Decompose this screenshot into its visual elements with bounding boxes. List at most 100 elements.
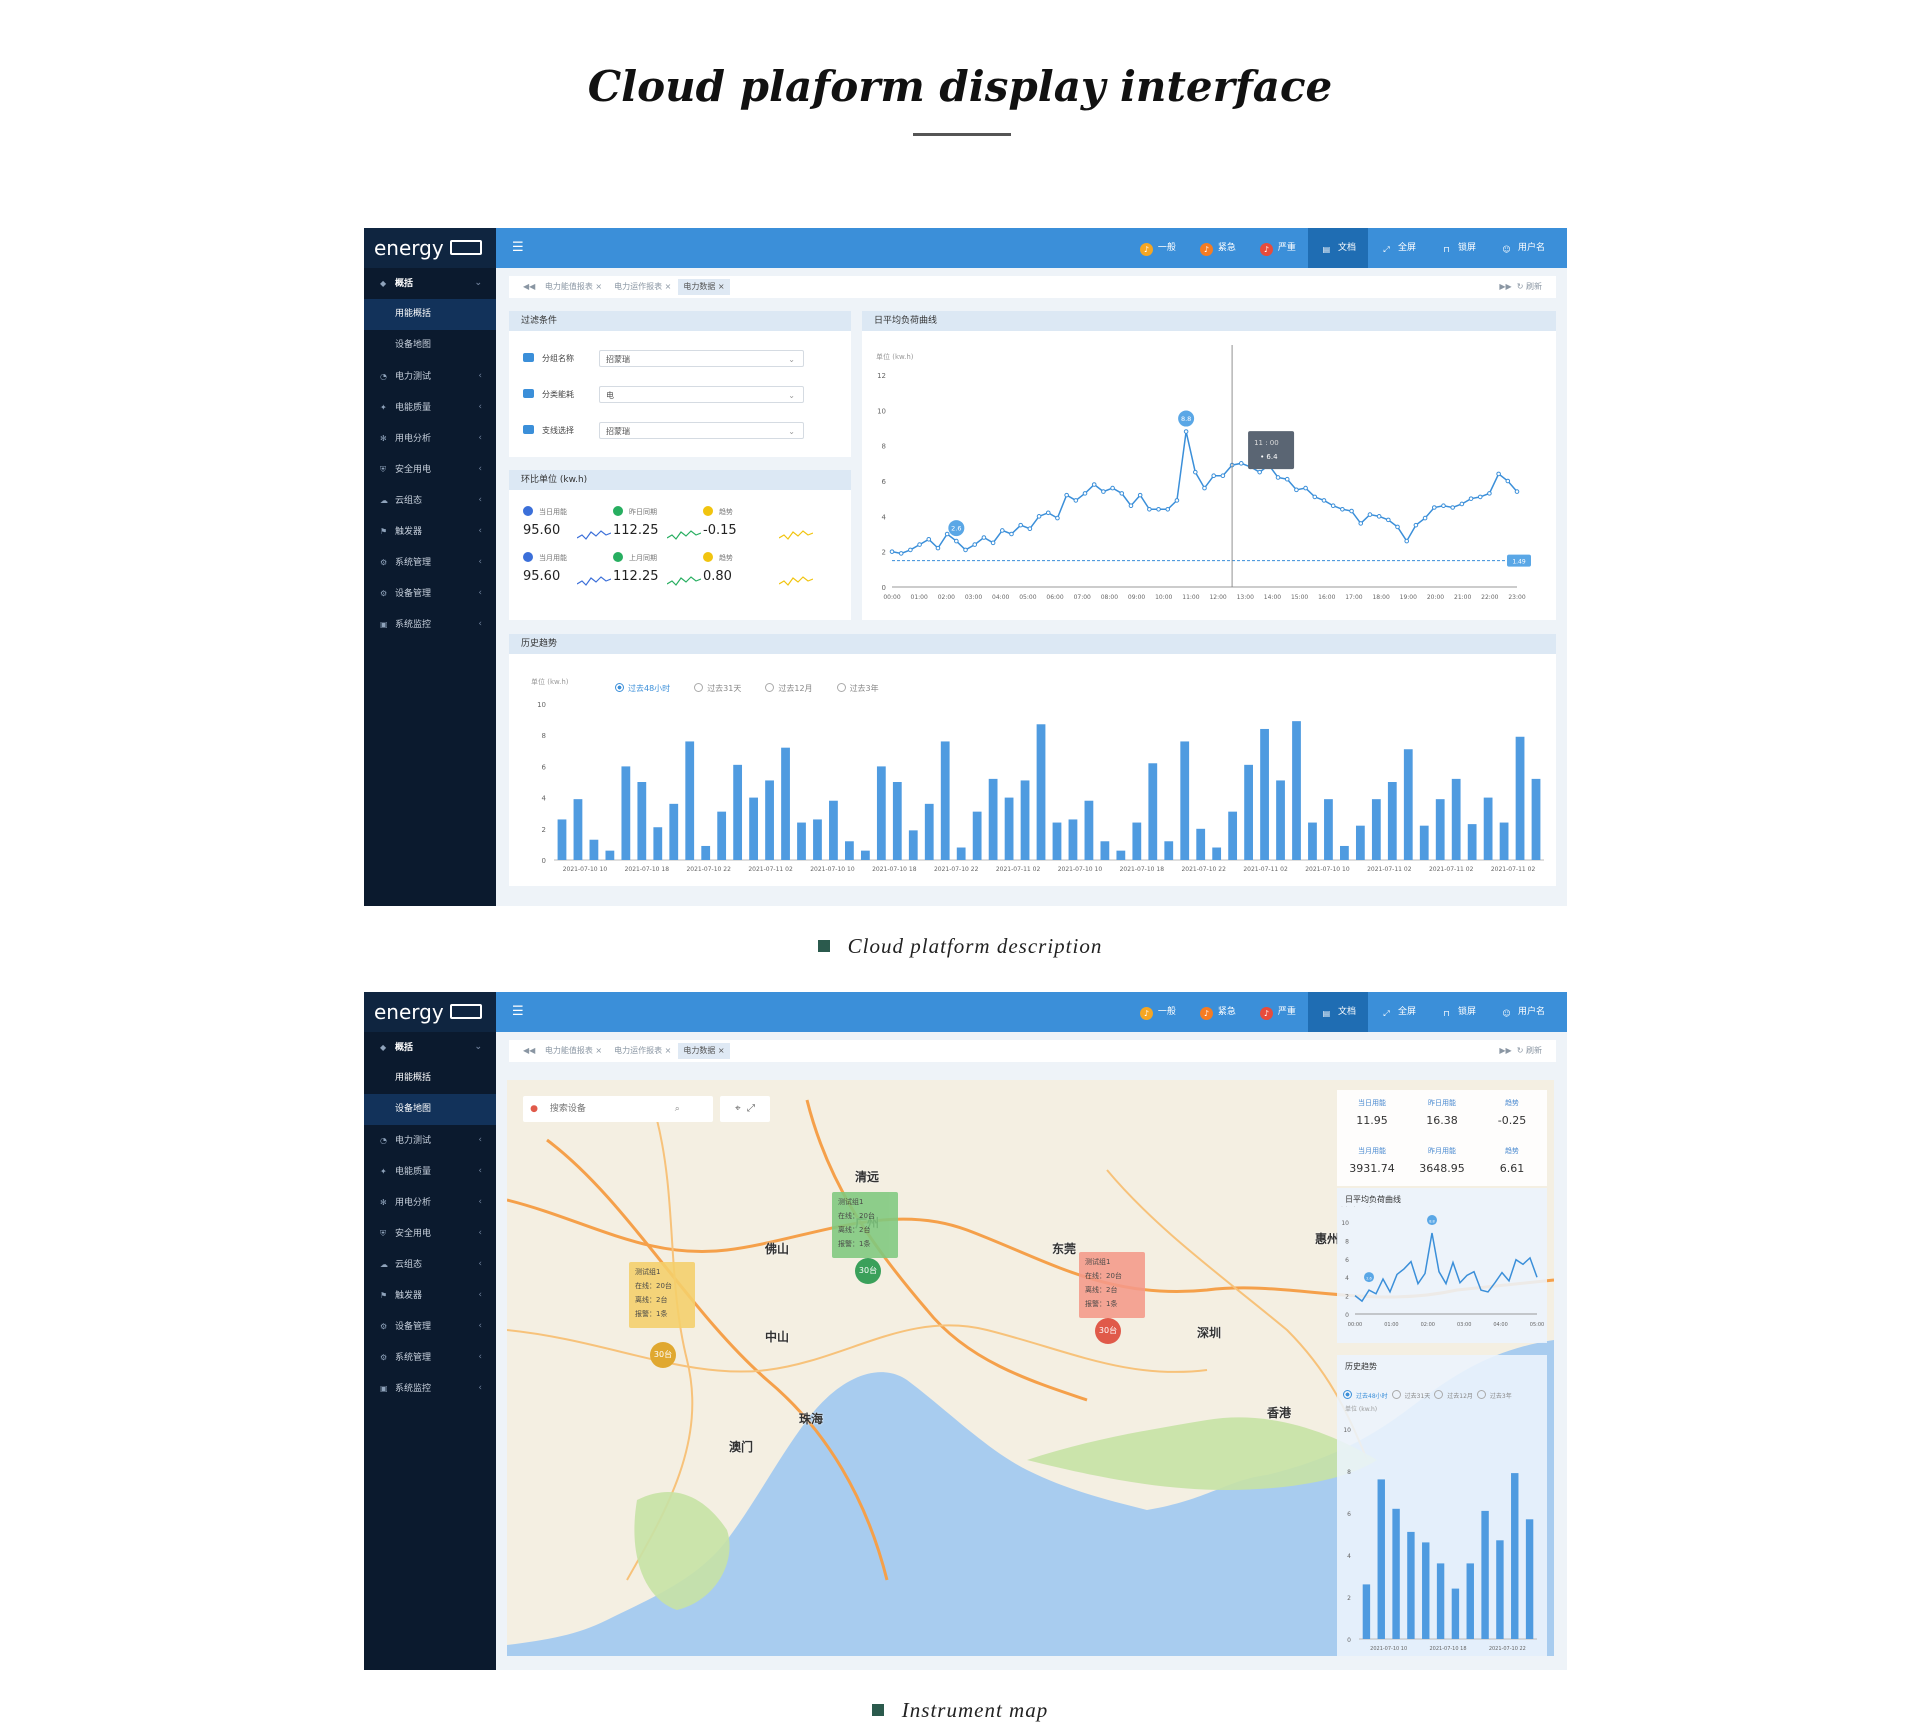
tabs-back-icon[interactable]: ◀◀: [523, 282, 535, 291]
sidebar-item[interactable]: ✦ 电能质量 ‹: [364, 392, 496, 423]
refresh-button[interactable]: 刷新: [1526, 282, 1542, 291]
device-map[interactable]: 广州佛山东莞中山深圳珠海澳门香港清远惠州 测试组1在线：20台离线：2台报警：1…: [507, 1080, 1554, 1656]
history-range-radio[interactable]: 过去12月: [765, 683, 813, 694]
bar: [1036, 724, 1046, 860]
topbar-bell-button[interactable]: ♪ 严重: [1248, 228, 1308, 268]
sidebar-item-label: 安全用电: [395, 465, 432, 475]
tab[interactable]: 电力能值报表 ×: [540, 279, 607, 295]
close-icon[interactable]: ×: [662, 282, 672, 291]
bar: [1180, 741, 1190, 860]
sidebar-item-device-map[interactable]: 设备地图: [364, 330, 496, 361]
topbar-bell-button[interactable]: ♪ 一般: [1128, 228, 1188, 268]
sidebar-item[interactable]: ◔ 电力测试 ‹: [364, 1125, 496, 1156]
tabs-forward-icon[interactable]: ▶▶: [1499, 282, 1511, 291]
sidebar-item[interactable]: ☁ 云组态 ‹: [364, 1249, 496, 1280]
sidebar-item[interactable]: ⚑ 触发器 ‹: [364, 516, 496, 547]
x-tick-label: 22:00: [1481, 594, 1498, 601]
topbar-document-button[interactable]: ▤ 文档: [1307, 992, 1368, 1032]
topbar-label: 锁屏: [1457, 243, 1476, 253]
x-tick-label: 2021-07-11 02: [1243, 866, 1288, 873]
menu-icon[interactable]: ☰: [512, 240, 524, 255]
data-point: [1431, 505, 1437, 510]
expand-icon[interactable]: ⤢: [747, 1103, 755, 1114]
sidebar-item-energy-overview[interactable]: 用能概括: [364, 299, 496, 330]
tab[interactable]: 电力运作报表 ×: [609, 1043, 676, 1059]
sidebar-item[interactable]: ▣ 系统监控 ‹: [364, 1373, 496, 1404]
topbar-avatar-button[interactable]: ☺ 用户名: [1488, 992, 1557, 1032]
sidebar-item[interactable]: ⚑ 触发器 ‹: [364, 1280, 496, 1311]
tabs-forward-icon[interactable]: ▶▶: [1499, 1046, 1511, 1055]
sidebar-item[interactable]: ☁ 云组态 ‹: [364, 485, 496, 516]
bullet-square: [871, 1704, 884, 1716]
topbar-bell-button[interactable]: ♪ 严重: [1248, 992, 1308, 1032]
sidebar-item[interactable]: ✻ 用电分析 ‹: [364, 1187, 496, 1218]
close-icon[interactable]: ×: [715, 282, 725, 291]
tab[interactable]: 电力运作报表 ×: [609, 279, 676, 295]
x-tick-label: 01:00: [1384, 1322, 1398, 1328]
data-point: [1101, 489, 1106, 494]
sidebar-item-label: 电能质量: [395, 403, 432, 413]
search-icon[interactable]: ⌕: [675, 1104, 680, 1114]
topbar-lock-button[interactable]: ⊓ 锁屏: [1428, 992, 1488, 1032]
menu-icon[interactable]: ☰: [512, 1004, 524, 1019]
y-tick-label: 2: [1347, 1595, 1351, 1602]
group-box[interactable]: 测试组1 在线：20台 离线：2台 报警：1条: [832, 1192, 898, 1258]
close-icon[interactable]: ×: [593, 282, 602, 291]
topbar-fullscreen-button[interactable]: ⤢ 全屏: [1368, 228, 1428, 268]
y-tick-label: 8: [1345, 1238, 1349, 1245]
group-name-select[interactable]: 招蒙瑞 ⌄: [599, 350, 804, 367]
tab[interactable]: 电力能值报表 ×: [540, 1043, 607, 1059]
sidebar-item-label: 云组态: [395, 1260, 423, 1270]
data-point: [926, 537, 932, 542]
topbar-fullscreen-button[interactable]: ⤢ 全屏: [1368, 992, 1428, 1032]
stat-icon: [703, 506, 713, 516]
sidebar-item-device-map[interactable]: 设备地图: [364, 1094, 496, 1125]
topbar-bell-button[interactable]: ♪ 紧急: [1188, 228, 1248, 268]
map-search-box[interactable]: ● ⌕: [523, 1096, 713, 1122]
sidebar-group-overview[interactable]: ◆ 概括 ⌄: [364, 1032, 496, 1063]
topbar-document-button[interactable]: ▤ 文档: [1307, 228, 1368, 268]
refresh-icon[interactable]: ↻: [1517, 282, 1524, 291]
chevron-left-icon: ‹: [478, 464, 482, 474]
close-icon[interactable]: ×: [715, 1046, 725, 1055]
topbar-bell-button[interactable]: ♪ 一般: [1128, 992, 1188, 1032]
group-box[interactable]: 测试组1 在线：20台 离线：2台 报警：1条: [629, 1262, 695, 1328]
close-icon[interactable]: ×: [593, 1046, 602, 1055]
device-count-badge[interactable]: 30台: [855, 1258, 881, 1284]
tab-label: 电力数据: [683, 282, 716, 291]
group-alarm: 报警：1条: [1085, 1300, 1118, 1308]
sidebar-group-overview[interactable]: ◆ 概括 ⌄: [364, 268, 496, 299]
sidebar-item[interactable]: ◔ 电力测试 ‹: [364, 361, 496, 392]
topbar-avatar-button[interactable]: ☺ 用户名: [1488, 228, 1557, 268]
topbar-bell-button[interactable]: ♪ 紧急: [1188, 992, 1248, 1032]
device-count-badge[interactable]: 30台: [1095, 1318, 1121, 1344]
refresh-button[interactable]: 刷新: [1526, 1046, 1542, 1055]
sidebar-item-energy-overview[interactable]: 用能概括: [364, 1063, 496, 1094]
history-range-radio[interactable]: 过去3年: [836, 683, 879, 694]
sidebar-item[interactable]: ✦ 电能质量 ‹: [364, 1156, 496, 1187]
energy-category-select[interactable]: 电 ⌄: [599, 386, 804, 403]
sidebar-item[interactable]: ⚙ 系统管理 ‹: [364, 547, 496, 578]
sidebar-item[interactable]: ⚙ 设备管理 ‹: [364, 1311, 496, 1342]
group-box[interactable]: 测试组1 在线：20台 离线：2台 报警：1条: [1079, 1252, 1145, 1318]
topbar-lock-button[interactable]: ⊓ 锁屏: [1428, 228, 1488, 268]
sidebar-item[interactable]: ✻ 用电分析 ‹: [364, 423, 496, 454]
sidebar-item[interactable]: ⛨ 安全用电 ‹: [364, 454, 496, 485]
sparkline-line: [577, 576, 611, 586]
sidebar-item[interactable]: ⚙ 设备管理 ‹: [364, 578, 496, 609]
tab[interactable]: 电力数据 ×: [678, 1043, 730, 1059]
sidebar-item[interactable]: ⚙ 系统管理 ‹: [364, 1342, 496, 1373]
map-search-input[interactable]: [547, 1103, 672, 1115]
history-range-radio[interactable]: 过去48小时: [615, 683, 670, 694]
branch-select[interactable]: 招蒙瑞 ⌄: [599, 422, 804, 439]
tabs-back-icon[interactable]: ◀◀: [523, 1046, 535, 1055]
sidebar-item[interactable]: ▣ 系统监控 ‹: [364, 609, 496, 640]
device-count-badge[interactable]: 30台: [650, 1342, 676, 1368]
close-icon[interactable]: ×: [662, 1046, 672, 1055]
refresh-icon[interactable]: ↻: [1517, 1046, 1524, 1055]
sidebar-item[interactable]: ⛨ 安全用电 ‹: [364, 1218, 496, 1249]
locate-icon[interactable]: ⌖: [735, 1103, 741, 1114]
history-range-radio[interactable]: 过去31天: [694, 683, 741, 694]
chevron-left-icon: ‹: [478, 495, 482, 505]
tab[interactable]: 电力数据 ×: [678, 279, 730, 295]
